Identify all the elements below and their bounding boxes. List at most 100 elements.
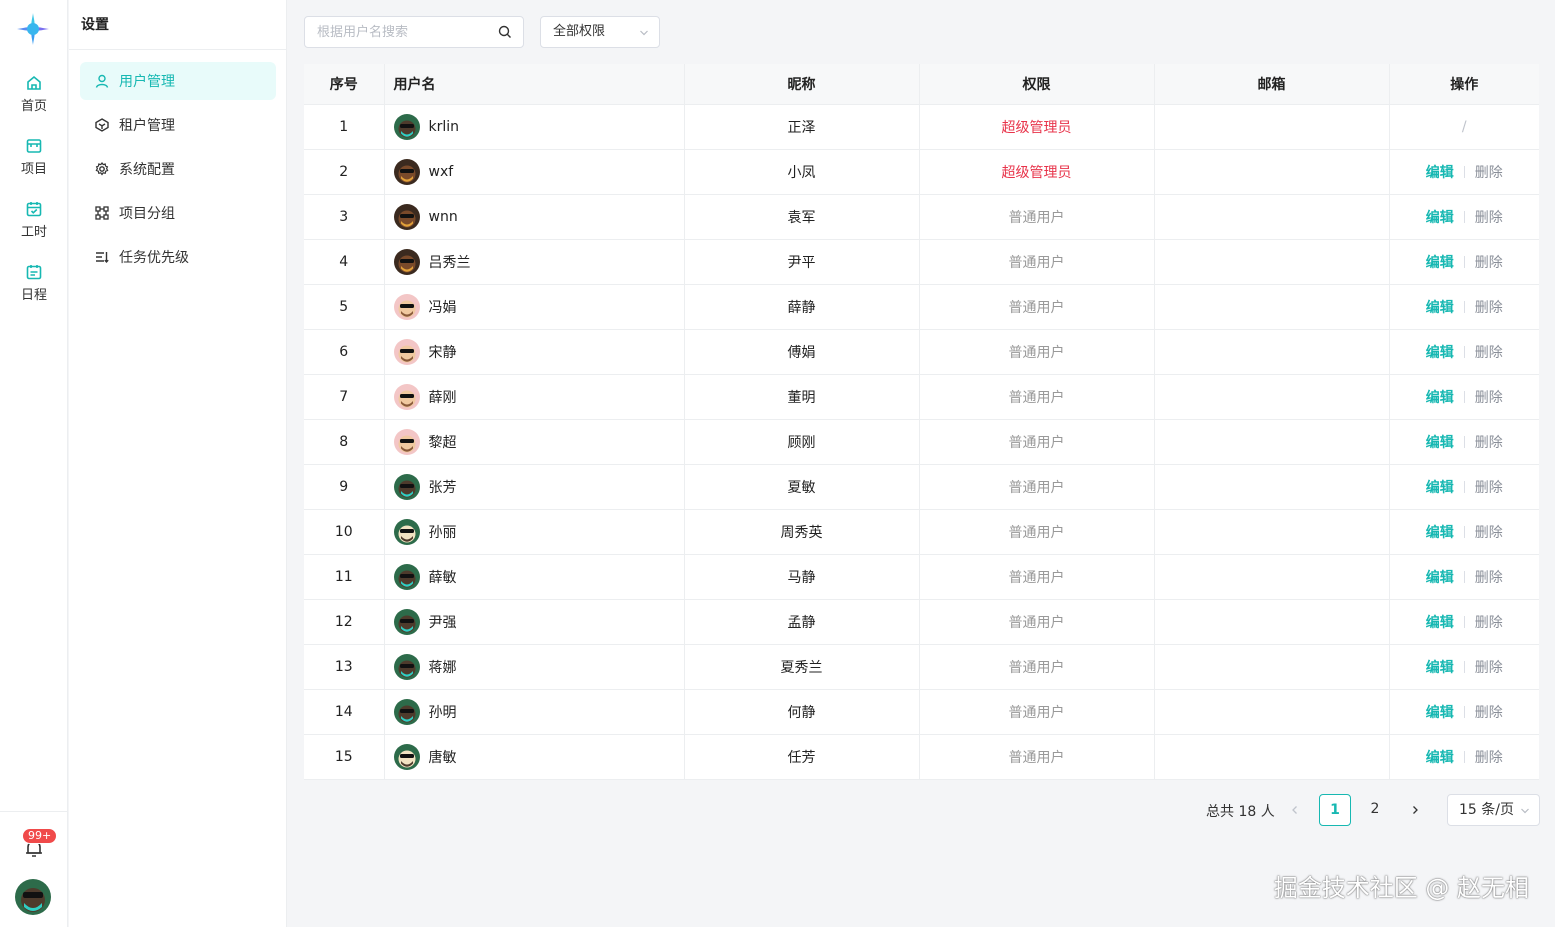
rail-item-schedule[interactable]: 日程 (0, 263, 68, 303)
cell-role: 超级管理员 (919, 104, 1155, 150)
cell-role: 普通用户 (919, 194, 1155, 240)
rail-item-timesheet[interactable]: 工时 (0, 200, 68, 240)
cell-username: 吕秀兰 (384, 239, 685, 285)
menu-item-label: 任务优先级 (119, 250, 189, 266)
delete-button[interactable]: 删除 (1475, 165, 1503, 181)
user-cell: wxf (393, 158, 684, 185)
menu-item-project-group[interactable]: 项目分组 (80, 194, 276, 232)
menu-item-system-config[interactable]: 系统配置 (80, 150, 276, 188)
menu-item-task-priority[interactable]: 任务优先级 (80, 238, 276, 276)
edit-button[interactable]: 编辑 (1426, 165, 1454, 181)
cell-actions: 编辑 删除 (1389, 644, 1539, 690)
page-size-value: 15 条/页 (1459, 802, 1514, 818)
table-row: 3 wnn 袁军 普通用户 编辑 删除 (304, 194, 1539, 240)
pagination-page-1[interactable]: 1 (1319, 794, 1351, 826)
delete-button[interactable]: 删除 (1475, 210, 1503, 226)
delete-button[interactable]: 删除 (1475, 660, 1503, 676)
group-icon (95, 206, 109, 220)
delete-button[interactable]: 删除 (1475, 525, 1503, 541)
pagination-page-2[interactable]: 2 (1359, 794, 1391, 826)
search-input[interactable] (305, 17, 485, 47)
edit-button[interactable]: 编辑 (1426, 345, 1454, 361)
delete-button[interactable]: 删除 (1475, 345, 1503, 361)
cell-nickname: 夏秀兰 (684, 644, 920, 690)
app-logo[interactable] (16, 12, 50, 46)
edit-button[interactable]: 编辑 (1426, 705, 1454, 721)
username-text: 蒋娜 (428, 659, 457, 676)
pagination-total: 总共 18 人 (1206, 804, 1275, 820)
menu-item-user-management[interactable]: 用户管理 (80, 62, 276, 100)
home-icon (27, 75, 41, 90)
settings-sidebar: 设置 用户管理 租户管理 系统配置 项目分组 任务优先级 (69, 0, 287, 927)
delete-button[interactable]: 删除 (1475, 750, 1503, 766)
menu-item-tenant-management[interactable]: 租户管理 (80, 106, 276, 144)
edit-button[interactable]: 编辑 (1426, 615, 1454, 631)
user-avatar (393, 158, 420, 185)
delete-button[interactable]: 删除 (1475, 300, 1503, 316)
cell-actions: 编辑 删除 (1389, 689, 1539, 735)
cell-index: 7 (304, 374, 385, 420)
table-row: 12 尹强 孟静 普通用户 编辑 删除 (304, 599, 1539, 645)
cell-actions: 编辑 删除 (1389, 284, 1539, 330)
rail-item-project[interactable]: 项目 (0, 137, 68, 177)
cell-email (1154, 419, 1390, 465)
cell-email (1154, 149, 1390, 195)
cell-nickname: 傅娟 (684, 329, 920, 375)
page-size-select[interactable]: 15 条/页 (1447, 794, 1540, 826)
table-row: 10 孙丽 周秀英 普通用户 编辑 删除 (304, 509, 1539, 555)
edit-button[interactable]: 编辑 (1426, 480, 1454, 496)
search-icon[interactable] (498, 25, 512, 39)
user-cell: 孙明 (393, 698, 684, 725)
user-avatar (393, 383, 420, 410)
action-divider (1463, 705, 1465, 718)
edit-button[interactable]: 编辑 (1426, 660, 1454, 676)
delete-button[interactable]: 删除 (1475, 255, 1503, 271)
header-actions: 操作 (1389, 64, 1539, 105)
role-filter-select[interactable]: 全部权限 (540, 16, 660, 48)
edit-button[interactable]: 编辑 (1426, 750, 1454, 766)
edit-button[interactable]: 编辑 (1426, 570, 1454, 586)
cell-nickname: 正泽 (684, 104, 920, 150)
edit-button[interactable]: 编辑 (1426, 525, 1454, 541)
user-cell: 张芳 (393, 473, 684, 500)
pagination-prev-button[interactable] (1282, 794, 1308, 826)
cell-role: 普通用户 (919, 599, 1155, 645)
username-text: 薛敏 (428, 569, 457, 586)
user-avatar (393, 293, 420, 320)
username-text: 唐敏 (428, 749, 457, 766)
cell-index: 14 (304, 689, 385, 735)
cell-actions: 编辑 删除 (1389, 734, 1539, 780)
cell-nickname: 孟静 (684, 599, 920, 645)
username-text: 宋静 (428, 344, 457, 361)
rail-item-label: 日程 (20, 288, 47, 303)
priority-icon (96, 252, 109, 264)
delete-button[interactable]: 删除 (1475, 480, 1503, 496)
edit-button[interactable]: 编辑 (1426, 390, 1454, 406)
user-cell: 吕秀兰 (393, 248, 684, 275)
user-cell: 蒋娜 (393, 653, 684, 680)
edit-button[interactable]: 编辑 (1426, 435, 1454, 451)
delete-button[interactable]: 删除 (1475, 390, 1503, 406)
user-icon (95, 74, 109, 88)
edit-button[interactable]: 编辑 (1426, 210, 1454, 226)
table-header-row: 序号 用户名 昵称 权限 邮箱 操作 (304, 64, 1539, 105)
current-user-avatar[interactable] (15, 879, 51, 915)
cell-email (1154, 509, 1390, 555)
delete-button[interactable]: 删除 (1475, 615, 1503, 631)
edit-button[interactable]: 编辑 (1426, 300, 1454, 316)
table-row: 2 wxf 小凤 超级管理员 编辑 删除 (304, 149, 1539, 195)
edit-button[interactable]: 编辑 (1426, 255, 1454, 271)
delete-button[interactable]: 删除 (1475, 570, 1503, 586)
cell-index: 15 (304, 734, 385, 780)
action-divider (1463, 165, 1465, 178)
chevron-down-icon (640, 30, 648, 36)
cell-role: 普通用户 (919, 734, 1155, 780)
rail-item-home[interactable]: 首页 (0, 74, 68, 114)
delete-button[interactable]: 删除 (1475, 435, 1503, 451)
no-action: / (1461, 118, 1467, 135)
cell-index: 13 (304, 644, 385, 690)
delete-button[interactable]: 删除 (1475, 705, 1503, 721)
pagination-next-button[interactable] (1402, 794, 1428, 826)
cell-email (1154, 734, 1390, 780)
cell-actions: 编辑 删除 (1389, 419, 1539, 465)
